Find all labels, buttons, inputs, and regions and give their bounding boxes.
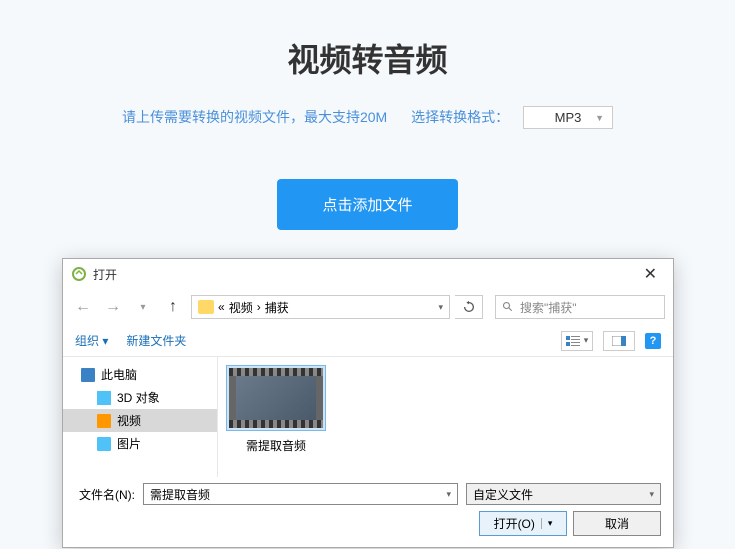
- upload-hint: 请上传需要转换的视频文件，最大支持20M: [122, 109, 387, 125]
- breadcrumb[interactable]: « 视频 › 捕获 ▾: [191, 295, 450, 319]
- file-name: 需提取音频: [226, 437, 326, 454]
- file-item[interactable]: 需提取音频: [226, 365, 326, 454]
- refresh-icon[interactable]: [455, 295, 483, 319]
- filename-input[interactable]: 需提取音频 ▾: [143, 483, 458, 505]
- dialog-title: 打开: [93, 266, 117, 283]
- dialog-titlebar: 打开 ✕: [63, 259, 673, 289]
- breadcrumb-sep: ›: [257, 300, 261, 314]
- breadcrumb-prefix: «: [218, 300, 225, 314]
- app-icon: [71, 266, 87, 282]
- tree-label: 此电脑: [101, 366, 137, 383]
- recent-dropdown-icon[interactable]: ▾: [131, 295, 155, 319]
- filetype-select[interactable]: 自定义文件 ▾: [466, 483, 661, 505]
- folder-tree: 此电脑 3D 对象 视频 图片: [63, 357, 218, 477]
- format-label: 选择转换格式：: [411, 109, 509, 125]
- search-icon: [502, 301, 514, 313]
- pc-icon: [81, 368, 95, 382]
- help-icon[interactable]: ?: [645, 333, 661, 349]
- tree-label: 3D 对象: [117, 389, 160, 406]
- cancel-button[interactable]: 取消: [573, 511, 661, 536]
- file-thumbnail: [226, 365, 326, 431]
- dialog-nav: ← → ▾ ↑ « 视频 › 捕获 ▾ 搜索"捕获": [63, 289, 673, 325]
- dialog-toolbar: 组织 ▾ 新建文件夹 ▾ ?: [63, 325, 673, 357]
- filetype-value: 自定义文件: [473, 486, 533, 503]
- search-input[interactable]: 搜索"捕获": [495, 295, 665, 319]
- open-button[interactable]: 打开(O) ▾: [479, 511, 567, 536]
- chevron-down-icon: ▾: [649, 489, 654, 500]
- upload-hint-row: 请上传需要转换的视频文件，最大支持20M 选择转换格式： MP3: [0, 106, 735, 129]
- tree-item-image[interactable]: 图片: [63, 432, 217, 455]
- tree-label: 视频: [117, 412, 141, 429]
- organize-menu[interactable]: 组织 ▾: [75, 332, 108, 349]
- image-icon: [97, 437, 111, 451]
- add-file-button[interactable]: 点击添加文件: [277, 179, 457, 230]
- page-title: 视频转音频: [0, 0, 735, 106]
- tree-item-3d[interactable]: 3D 对象: [63, 386, 217, 409]
- file-open-dialog: 打开 ✕ ← → ▾ ↑ « 视频 › 捕获 ▾ 搜索"捕获" 组织 ▾ 新建文…: [62, 258, 674, 548]
- back-icon[interactable]: ←: [71, 295, 95, 319]
- tree-item-pc[interactable]: 此电脑: [63, 363, 217, 386]
- up-icon[interactable]: ↑: [161, 295, 185, 319]
- tree-item-video[interactable]: 视频: [63, 409, 217, 432]
- dialog-body: 此电脑 3D 对象 视频 图片: [63, 357, 673, 477]
- chevron-down-icon[interactable]: ▾: [541, 518, 553, 529]
- format-select[interactable]: MP3: [523, 106, 613, 129]
- chevron-down-icon[interactable]: ▾: [446, 489, 451, 500]
- file-list[interactable]: 需提取音频: [218, 357, 673, 477]
- close-icon[interactable]: ✕: [636, 264, 665, 284]
- breadcrumb-part[interactable]: 视频: [229, 299, 253, 316]
- preview-pane-button[interactable]: [603, 331, 635, 351]
- filename-value: 需提取音频: [150, 486, 210, 503]
- search-placeholder: 搜索"捕获": [520, 299, 577, 316]
- folder-icon: [198, 300, 214, 314]
- filmstrip-icon: [229, 420, 323, 428]
- tree-label: 图片: [117, 435, 141, 452]
- view-mode-button[interactable]: ▾: [561, 331, 593, 351]
- breadcrumb-part[interactable]: 捕获: [265, 299, 289, 316]
- cube-icon: [97, 391, 111, 405]
- video-icon: [97, 414, 111, 428]
- chevron-down-icon[interactable]: ▾: [438, 302, 443, 313]
- forward-icon[interactable]: →: [101, 295, 125, 319]
- dialog-footer: 文件名(N): 需提取音频 ▾ 自定义文件 ▾ 打开(O) ▾ 取消: [63, 477, 673, 542]
- chevron-down-icon: ▾: [584, 335, 589, 346]
- filename-label: 文件名(N):: [75, 486, 135, 503]
- filmstrip-icon: [229, 368, 323, 376]
- new-folder-button[interactable]: 新建文件夹: [126, 332, 186, 349]
